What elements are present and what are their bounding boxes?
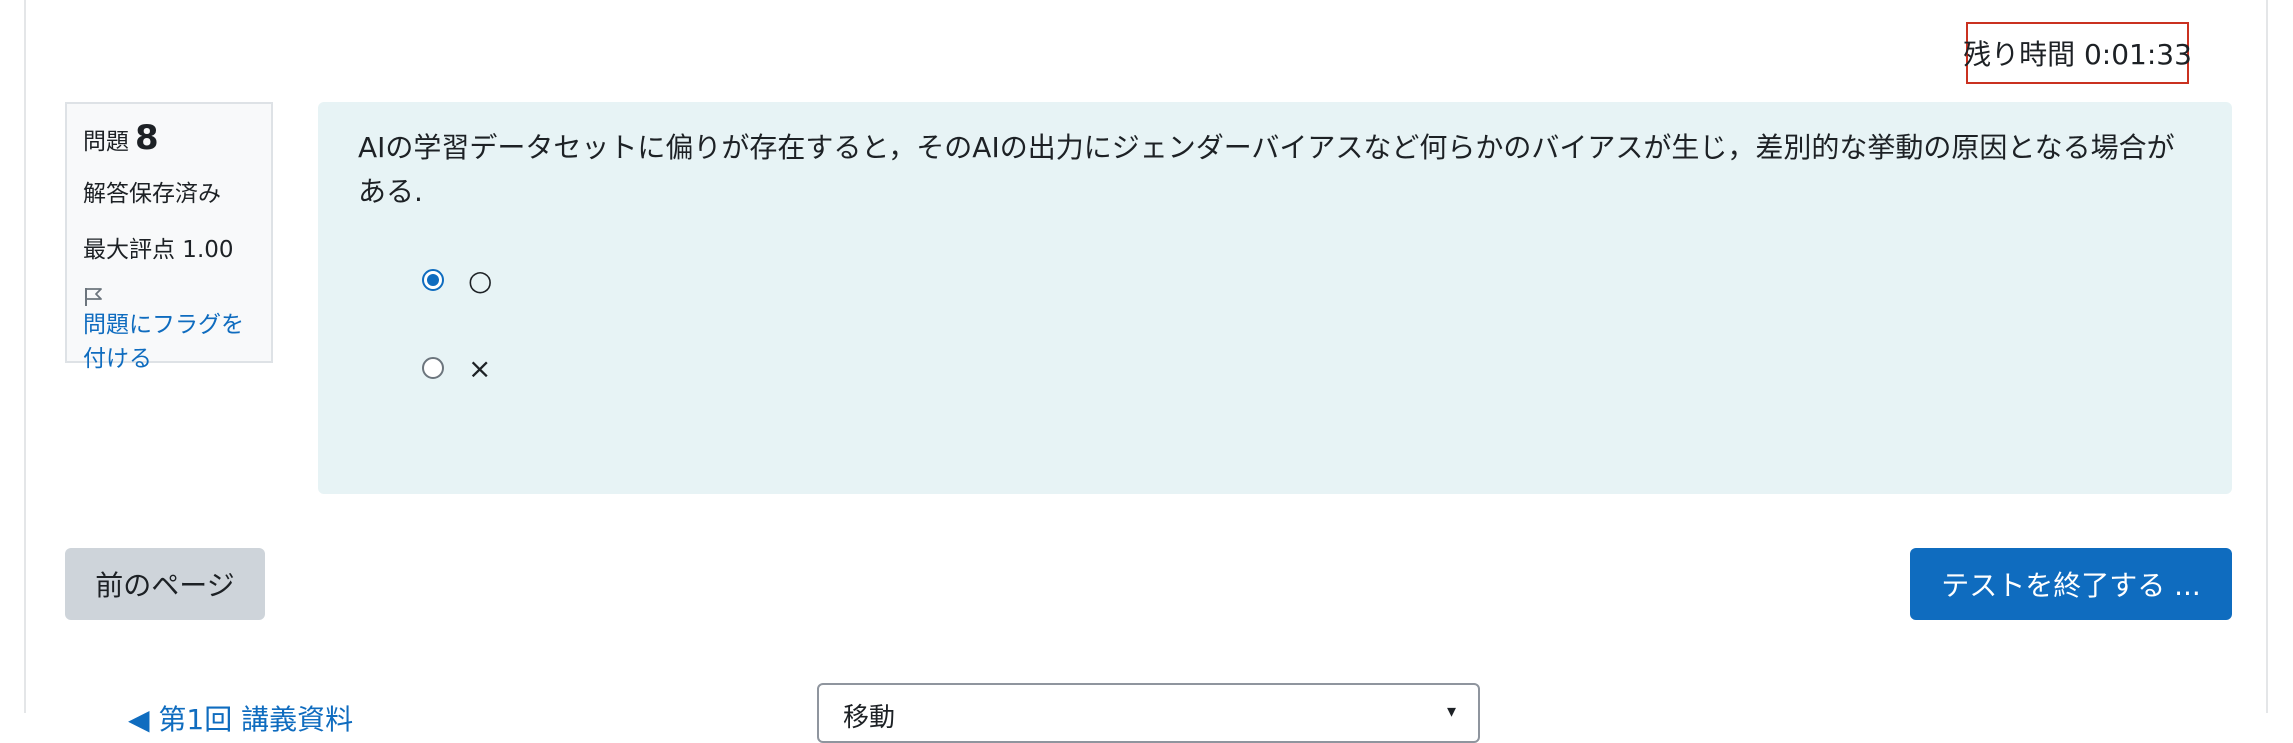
question-number-value: 8 (135, 118, 159, 158)
jump-to-label: 移動 (843, 703, 896, 733)
question-number: 問題 8 (83, 118, 271, 158)
previous-page-button[interactable]: 前のページ (65, 548, 265, 620)
question-text: AIの学習データセットに偏りが存在すると，そのAIの出力にジェンダーバイアスなど… (358, 131, 2175, 208)
question-max-grade: 最大評点 1.00 (83, 237, 234, 263)
answer-radio-true[interactable] (422, 269, 444, 291)
question-content: AIの学習データセットに偏りが存在すると，そのAIの出力にジェンダーバイアスなど… (318, 102, 2232, 494)
answer-label-false: × (468, 351, 492, 385)
page-border-left (24, 0, 26, 713)
flag-question-link[interactable]: 問題にフラグを付ける (83, 286, 263, 376)
timer-text: 残り時間 0:01:33 (1963, 38, 2192, 71)
question-number-label: 問題 (83, 129, 129, 155)
jump-to-select[interactable]: 移動 ▾ (817, 683, 1480, 743)
finish-attempt-button[interactable]: テストを終了する ... (1910, 548, 2232, 620)
previous-activity-link[interactable]: ◀ 第1回 講義資料 (128, 698, 353, 738)
question-status: 解答保存済み (83, 181, 221, 207)
question-info-panel: 問題 8 解答保存済み 最大評点 1.00 問題にフラグを付ける (65, 102, 273, 372)
page-border-right (2266, 0, 2268, 713)
flag-icon (85, 288, 102, 306)
quiz-timer: 残り時間 0:01:33 (1963, 22, 2192, 84)
answer-radio-false[interactable] (422, 357, 444, 379)
answer-option-false[interactable]: × (422, 348, 2192, 388)
answer-label-true: ○ (468, 263, 493, 297)
answer-option-true[interactable]: ○ (422, 260, 2192, 300)
flag-question-label: 問題にフラグを付ける (83, 312, 244, 372)
answer-options: ○ × (422, 260, 2192, 388)
chevron-down-icon: ▾ (1446, 701, 1456, 722)
